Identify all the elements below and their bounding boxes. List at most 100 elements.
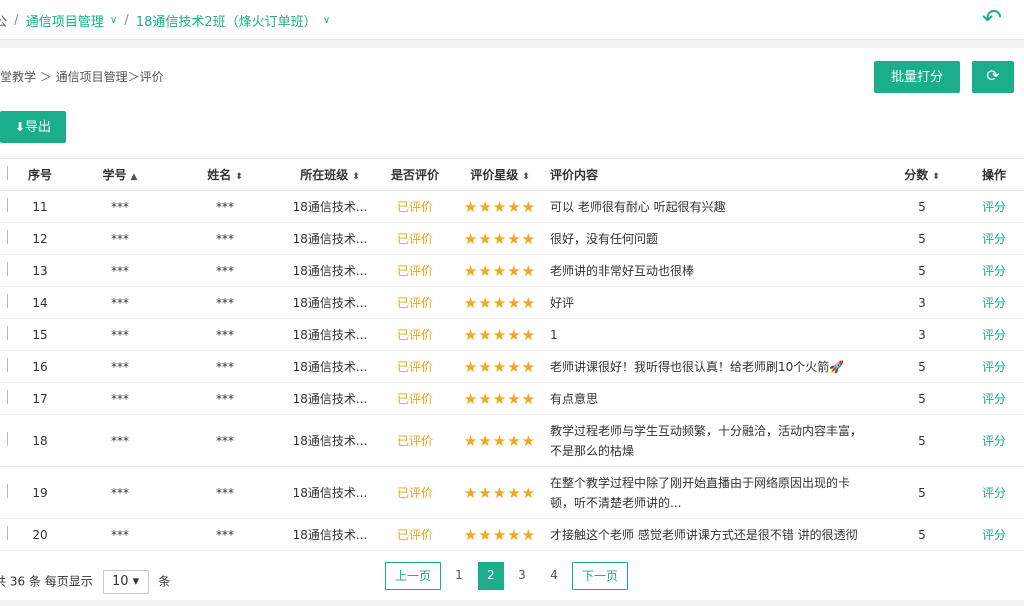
page-3-button[interactable]: 3: [509, 562, 535, 590]
row-checkbox[interactable]: [0, 414, 10, 467]
row-no: 19: [10, 466, 70, 519]
star-rating-icon: ★★★★★: [463, 229, 537, 248]
header-class-label: 所在班级: [300, 168, 349, 182]
back-icon[interactable]: ↶: [978, 4, 1006, 32]
row-score: 5: [880, 414, 964, 467]
score-button[interactable]: 评分: [964, 254, 1024, 287]
header-score[interactable]: 分数 ⬍: [880, 158, 964, 191]
row-id: ***: [70, 466, 170, 519]
row-evaluated: 已评价: [380, 286, 450, 319]
row-checkbox[interactable]: [0, 222, 10, 255]
row-content: 可以 老师很有耐心 听起很有兴趣: [550, 190, 880, 223]
row-evaluated: 已评价: [380, 518, 450, 551]
row-evaluated: 已评价: [380, 254, 450, 287]
row-content: 老师讲的非常好互动也很棒: [550, 254, 880, 287]
sort-icon[interactable]: ⬍: [235, 172, 243, 182]
sort-icon[interactable]: ⬍: [352, 172, 360, 182]
row-no: 20: [10, 518, 70, 551]
row-content: 老师讲课很好！我听得也很认真！给老师刷10个火箭🚀: [550, 350, 880, 383]
refresh-button[interactable]: ⟳: [972, 61, 1014, 93]
header-stars[interactable]: 评价星级 ⬍: [450, 158, 550, 191]
row-stars: ★★★★★: [450, 254, 550, 287]
row-checkbox[interactable]: [0, 382, 10, 415]
star-rating-icon: ★★★★★: [463, 293, 537, 312]
star-rating-icon: ★★★★★: [463, 357, 537, 376]
row-stars: ★★★★★: [450, 518, 550, 551]
page-1-button[interactable]: 1: [446, 562, 472, 590]
header-content: 评价内容: [550, 158, 880, 191]
row-name: ***: [170, 286, 280, 319]
score-button[interactable]: 评分: [964, 222, 1024, 255]
row-no: 12: [10, 222, 70, 255]
row-stars: ★★★★★: [450, 466, 550, 519]
row-class: 18通信技术...: [280, 254, 380, 287]
chevron-down-icon[interactable]: ∨: [110, 15, 117, 26]
row-id: ***: [70, 190, 170, 223]
sort-icon[interactable]: ⬍: [932, 172, 940, 182]
row-id: ***: [70, 518, 170, 551]
star-rating-icon: ★★★★★: [463, 431, 537, 450]
sort-asc-icon[interactable]: ▲: [131, 172, 138, 182]
row-stars: ★★★★★: [450, 350, 550, 383]
score-button[interactable]: 评分: [964, 318, 1024, 351]
row-name: ***: [170, 222, 280, 255]
table-row: 12 *** *** 18通信技术... 已评价 ★★★★★ 很好，没有任何问题 5 评分: [0, 222, 1024, 255]
sort-icon[interactable]: ⬍: [522, 172, 530, 182]
row-evaluated: 已评价: [380, 382, 450, 415]
row-checkbox[interactable]: [0, 286, 10, 319]
header-checkbox[interactable]: [0, 158, 10, 191]
header-name[interactable]: 姓名 ⬍: [170, 158, 280, 191]
table-row: 13 *** *** 18通信技术... 已评价 ★★★★★ 老师讲的非常好互动也很棒 5 评分: [0, 254, 1024, 287]
batch-score-button[interactable]: 批量打分: [874, 61, 960, 93]
table-body: 11 *** *** 18通信技术... 已评价 ★★★★★ 可以 老师很有耐心 听起很有兴…: [0, 190, 1024, 551]
page-size-select[interactable]: 10 ▾: [102, 570, 149, 594]
row-content: 才接触这个老师 感觉老师讲课方式还是很不错 讲的很透彻: [550, 518, 880, 551]
score-button[interactable]: 评分: [964, 518, 1024, 551]
star-rating-icon: ★★★★★: [463, 261, 537, 280]
header-id[interactable]: 学号 ▲: [70, 158, 170, 191]
prev-page-button[interactable]: 上一页: [385, 562, 441, 590]
row-no: 14: [10, 286, 70, 319]
row-class: 18通信技术...: [280, 350, 380, 383]
row-id: ***: [70, 254, 170, 287]
row-score: 5: [880, 222, 964, 255]
score-button[interactable]: 评分: [964, 190, 1024, 223]
total-prefix: 共 36 条 每页显示: [0, 574, 93, 589]
page-4-button[interactable]: 4: [541, 562, 567, 590]
download-icon: ⬇: [14, 120, 26, 134]
star-rating-icon: ★★★★★: [463, 483, 537, 502]
row-evaluated: 已评价: [380, 318, 450, 351]
row-checkbox[interactable]: [0, 318, 10, 351]
total-suffix: 条: [158, 574, 171, 589]
score-button[interactable]: 评分: [964, 382, 1024, 415]
home-icon[interactable]: 公: [0, 11, 7, 30]
top-breadcrumb: 公 / 通信项目管理 ∨ / 18通信技术2班（烽火订单班） ∨: [0, 11, 330, 30]
row-stars: ★★★★★: [450, 382, 550, 415]
row-checkbox[interactable]: [0, 350, 10, 383]
score-button[interactable]: 评分: [964, 414, 1024, 467]
main-panel: 课堂教学 ＞ 通信项目管理＞评价 批量打分 ⟳ ⬇导出 序号 学号 ▲ 姓名 ⬍ 所…: [0, 48, 1024, 600]
row-id: ***: [70, 286, 170, 319]
export-button[interactable]: ⬇导出: [0, 111, 66, 143]
row-id: ***: [70, 382, 170, 415]
chevron-down-icon[interactable]: ∨: [323, 15, 330, 26]
score-button[interactable]: 评分: [964, 466, 1024, 519]
page-2-button[interactable]: 2: [478, 562, 504, 590]
star-rating-icon: ★★★★★: [463, 325, 537, 344]
top-bar: 公 / 通信项目管理 ∨ / 18通信技术2班（烽火订单班） ∨ ↶: [0, 0, 1024, 40]
row-checkbox[interactable]: [0, 190, 10, 223]
next-page-button[interactable]: 下一页: [572, 562, 628, 590]
row-id: ***: [70, 414, 170, 467]
breadcrumb-class[interactable]: 18通信技术2班（烽火订单班）: [136, 11, 317, 30]
table-row: 20 *** *** 18通信技术... 已评价 ★★★★★ 才接触这个老师 感觉老师讲课方…: [0, 518, 1024, 551]
row-checkbox[interactable]: [0, 254, 10, 287]
table-header-row: 序号 学号 ▲ 姓名 ⬍ 所在班级 ⬍ 是否评价 评价星级 ⬍ 评价内容 分数 ⬍ 操作: [0, 158, 1024, 191]
breadcrumb-course[interactable]: 通信项目管理: [26, 11, 104, 30]
row-checkbox[interactable]: [0, 466, 10, 519]
header-class[interactable]: 所在班级 ⬍: [280, 158, 380, 191]
score-button[interactable]: 评分: [964, 286, 1024, 319]
score-button[interactable]: 评分: [964, 350, 1024, 383]
row-score: 5: [880, 190, 964, 223]
row-evaluated: 已评价: [380, 414, 450, 467]
row-checkbox[interactable]: [0, 518, 10, 551]
